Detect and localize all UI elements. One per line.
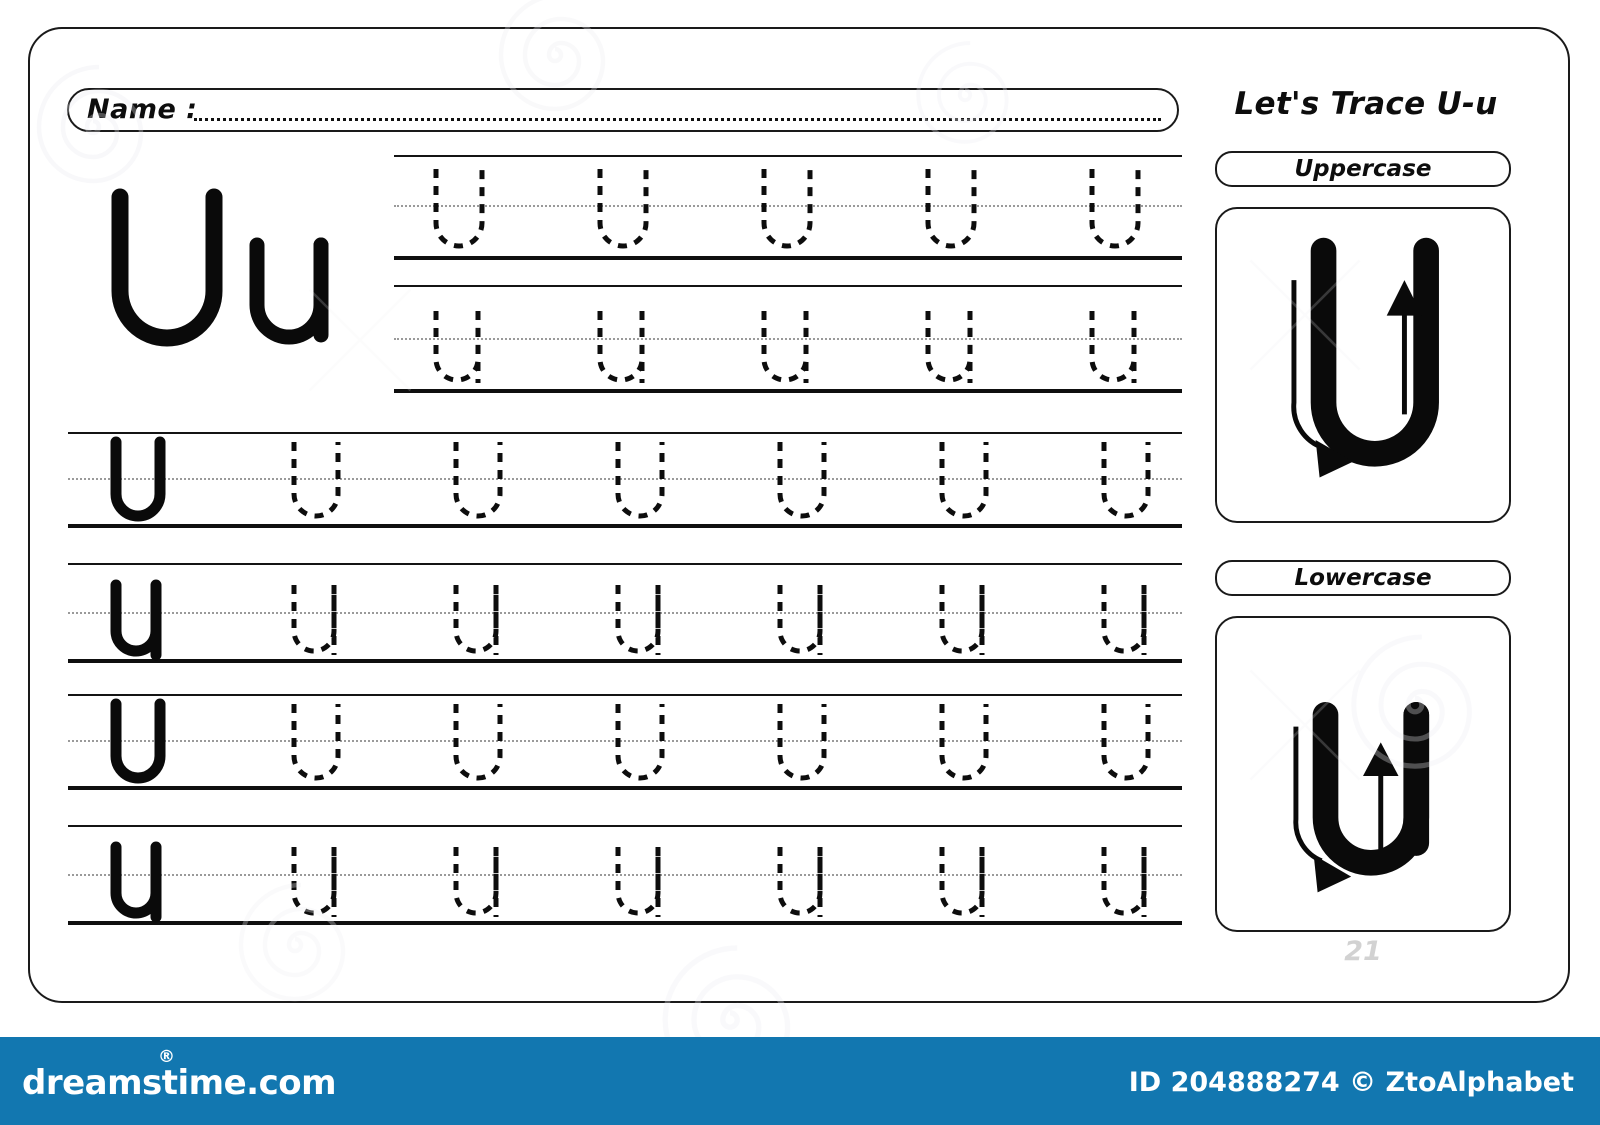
registered-mark-icon: ® — [158, 1047, 175, 1067]
trace-row[interactable] — [68, 563, 1182, 663]
row-letters[interactable] — [68, 825, 1182, 925]
solid-model-letter — [110, 698, 166, 784]
display-letters-uu-icon — [111, 188, 329, 347]
solid-model-letter — [110, 841, 162, 923]
trace-row[interactable] — [394, 285, 1182, 393]
page-number: 21 — [1344, 936, 1382, 967]
page-title: Let's Trace U-u — [1234, 86, 1498, 122]
trace-row[interactable] — [68, 432, 1182, 528]
section-label-lowercase: Lowercase — [1215, 560, 1511, 596]
row-dashed-letters[interactable] — [394, 285, 1182, 393]
solid-model-letter — [110, 436, 166, 522]
row-letters[interactable] — [68, 432, 1182, 528]
dreamstime-logo[interactable]: dreamstime.com — [22, 1063, 337, 1103]
section-label-uppercase: Uppercase — [1215, 151, 1511, 187]
uppercase-u-stroke-diagram-icon — [1291, 237, 1439, 478]
name-field-dotted-line[interactable] — [194, 118, 1161, 121]
image-credit: ID 204888274 © ZtoAlphabet — [1128, 1067, 1574, 1098]
section-label-lowercase-text: Lowercase — [1294, 565, 1432, 591]
dashed-trace-letters — [291, 442, 1151, 519]
section-label-uppercase-text: Uppercase — [1294, 156, 1432, 182]
dashed-trace-letters — [291, 847, 1147, 917]
stroke-guide-uppercase — [1215, 207, 1511, 523]
dashed-trace-letters — [291, 704, 1151, 781]
display-letters — [100, 183, 360, 377]
name-field[interactable]: Name : — [67, 88, 1179, 132]
row-dashed-letters[interactable] — [394, 155, 1182, 260]
dashed-trace-letters — [291, 585, 1147, 655]
trace-row[interactable] — [394, 155, 1182, 260]
stroke-guide-lowercase — [1215, 616, 1511, 932]
solid-model-letter — [110, 579, 162, 661]
row-letters[interactable] — [68, 694, 1182, 790]
row-letters[interactable] — [68, 563, 1182, 663]
trace-row[interactable] — [68, 825, 1182, 925]
stock-photo-footer: dreamstime.com ® ID 204888274 © ZtoAlpha… — [0, 1037, 1600, 1125]
lowercase-u-stroke-diagram-icon — [1293, 701, 1430, 893]
name-field-label: Name : — [87, 93, 198, 125]
trace-row[interactable] — [68, 694, 1182, 790]
